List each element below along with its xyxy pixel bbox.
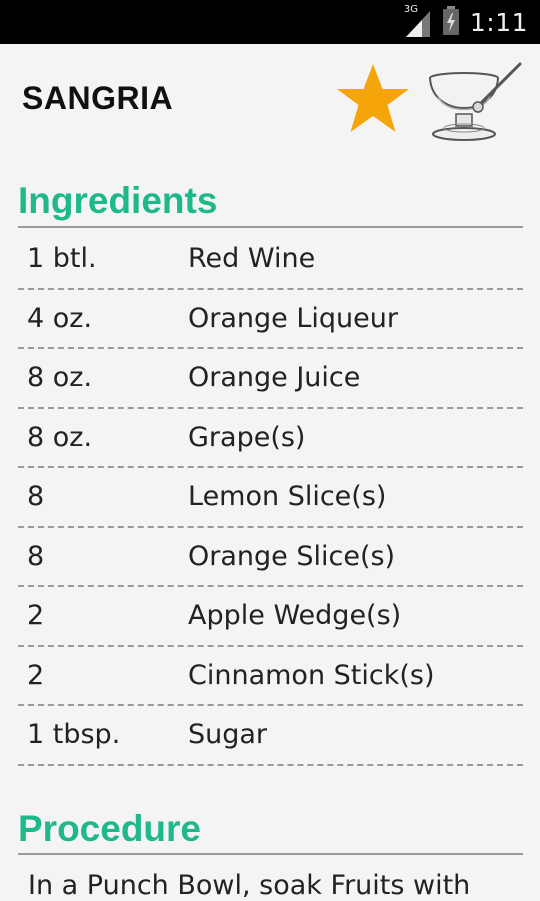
ingredient-name: Lemon Slice(s) (188, 481, 387, 512)
status-time: 1:11 (469, 7, 528, 37)
ingredient-qty: 2 (27, 600, 45, 631)
ingredient-row: 8 oz. Grape(s) (18, 409, 523, 468)
ingredient-row: 1 btl. Red Wine (18, 230, 523, 290)
ingredient-qty: 1 tbsp. (27, 719, 121, 750)
ingredient-row: 2 Cinnamon Stick(s) (18, 647, 523, 706)
ingredient-name: Red Wine (188, 243, 316, 274)
ingredient-qty: 4 oz. (27, 302, 93, 334)
ingredient-name: Apple Wedge(s) (188, 600, 402, 631)
ingredient-name: Sugar (188, 719, 268, 750)
ingredients-heading: Ingredients (18, 180, 218, 221)
ingredient-qty: 8 (27, 481, 45, 512)
network-type: 3G (403, 4, 418, 15)
ingredient-qty: 2 (27, 659, 45, 691)
ingredient-qty: 8 oz. (27, 421, 93, 453)
ingredient-qty: 1 btl. (27, 243, 97, 274)
signal-icon: 3G (403, 4, 432, 37)
ingredient-qty: 8 oz. (27, 362, 93, 393)
ingredient-row: 8 Orange Slice(s) (18, 528, 523, 587)
procedure-text: In a Punch Bowl, soak Fruits with (28, 870, 471, 901)
ingredient-row: 8 oz. Orange Juice (18, 349, 523, 409)
ingredient-name: Cinnamon Stick(s) (188, 659, 435, 691)
ingredient-name: Grape(s) (188, 421, 306, 453)
battery-icon (442, 5, 460, 40)
procedure-heading: Procedure (18, 808, 202, 849)
punch-bowl-icon (428, 60, 524, 158)
status-bar: 3G 1:11 (0, 0, 540, 44)
ingredient-name: Orange Juice (188, 362, 361, 393)
procedure-divider (18, 853, 523, 855)
favorite-star-icon[interactable] (334, 62, 412, 136)
recipe-title: SANGRIA (22, 80, 174, 116)
ingredient-row: 8 Lemon Slice(s) (18, 468, 523, 528)
ingredient-row: 1 tbsp. Sugar (18, 706, 523, 766)
ingredients-table: 1 btl. Red Wine 4 oz. Orange Liqueur 8 o… (18, 230, 523, 766)
ingredient-qty: 8 (27, 540, 45, 572)
ingredient-row: 2 Apple Wedge(s) (18, 587, 523, 647)
ingredient-row: 4 oz. Orange Liqueur (18, 290, 523, 349)
ingredient-name: Orange Slice(s) (188, 540, 396, 572)
ingredient-name: Orange Liqueur (188, 302, 398, 334)
ingredients-divider (18, 226, 523, 228)
status-icons: 3G 1:11 (404, 0, 528, 44)
